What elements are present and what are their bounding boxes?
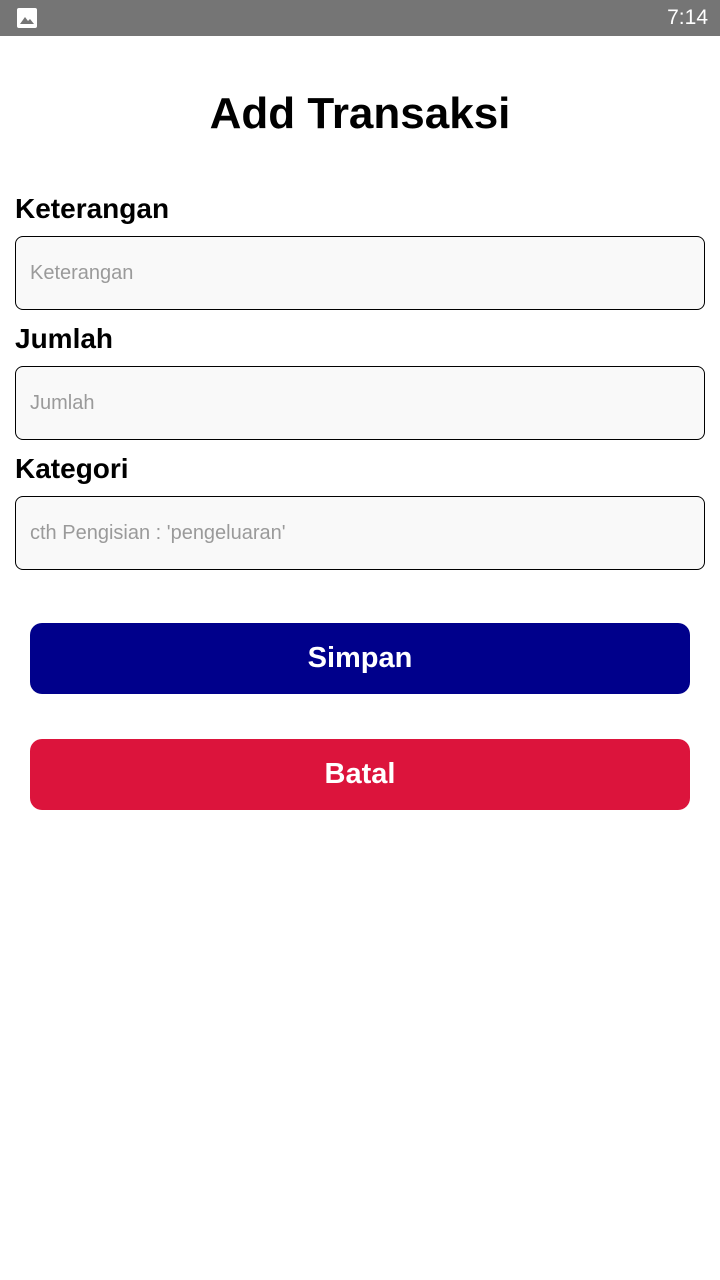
kategori-input[interactable] <box>15 496 705 570</box>
kategori-label: Kategori <box>15 453 129 484</box>
save-button[interactable]: Simpan <box>30 623 690 694</box>
keterangan-input[interactable] <box>15 236 705 310</box>
keterangan-label: Keterangan <box>15 193 170 224</box>
jumlah-input[interactable] <box>15 366 705 440</box>
cancel-button[interactable]: Batal <box>30 739 690 810</box>
image-icon <box>17 8 37 28</box>
status-time: 7:14 <box>667 6 708 29</box>
page-title: Add Transaksi <box>209 89 511 138</box>
status-bar: 7:14 <box>0 0 720 36</box>
jumlah-label: Jumlah <box>15 323 114 354</box>
